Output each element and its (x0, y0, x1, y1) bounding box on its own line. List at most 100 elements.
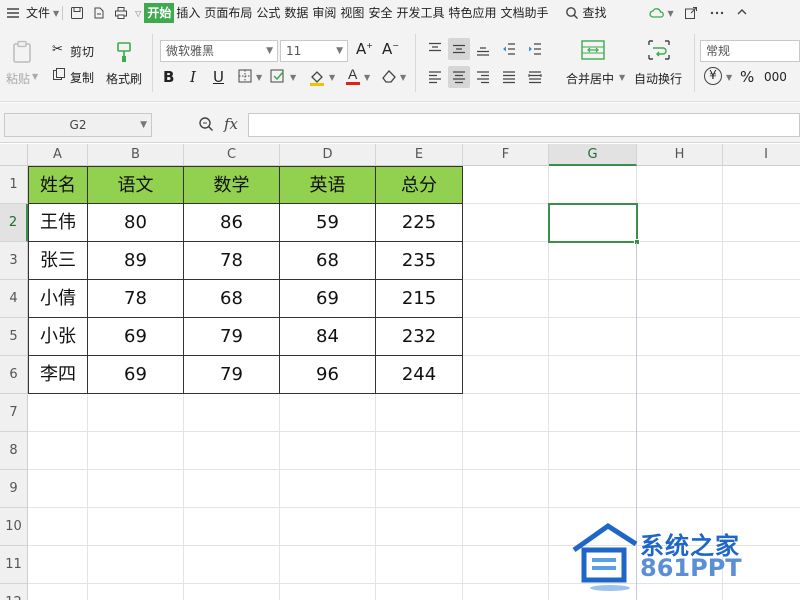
row-header-2[interactable]: 2 (0, 204, 28, 242)
copy-button[interactable]: 复制 (70, 69, 94, 86)
number-format-select[interactable]: 常规 (700, 40, 800, 62)
row-header-10[interactable]: 10 (0, 508, 28, 546)
format-painter-button[interactable]: 格式刷 (106, 70, 142, 87)
format-painter-icon[interactable] (110, 38, 138, 66)
align-top-icon[interactable] (424, 38, 446, 60)
font-size-select[interactable]: 11 ▼ (280, 40, 348, 62)
chevron-down-icon[interactable]: ▼ (336, 41, 343, 61)
row-header-6[interactable]: 6 (0, 356, 28, 394)
table-cell[interactable]: 78 (184, 242, 280, 280)
file-menu[interactable]: 文件 (24, 3, 52, 23)
table-cell[interactable]: 59 (280, 204, 376, 242)
collapse-ribbon-icon[interactable] (736, 6, 750, 20)
distributed-align-icon[interactable] (524, 66, 546, 88)
cell-format-dropdown-icon[interactable]: ▼ (290, 73, 296, 82)
align-middle-icon[interactable] (448, 38, 470, 60)
column-header-h[interactable]: H (637, 144, 723, 166)
italic-icon[interactable]: I (190, 68, 196, 86)
scissors-icon[interactable]: ✂ (52, 42, 63, 57)
insert-function-button[interactable]: fx (224, 115, 238, 133)
tab-special-features[interactable]: 特色应用 (446, 3, 498, 23)
wrap-text-button[interactable]: 自动换行 (634, 70, 682, 87)
tab-review[interactable]: 审阅 (310, 3, 338, 23)
table-cell[interactable]: 232 (376, 318, 463, 356)
align-center-icon[interactable] (448, 66, 470, 88)
border-icon[interactable] (238, 69, 252, 86)
table-cell[interactable]: 78 (88, 280, 184, 318)
print-icon[interactable] (114, 6, 128, 20)
align-right-icon[interactable] (472, 66, 494, 88)
more-icon[interactable] (710, 6, 724, 20)
row-header-3[interactable]: 3 (0, 242, 28, 280)
column-header-a[interactable]: A (28, 144, 88, 166)
search-icon[interactable] (565, 6, 579, 20)
tab-developer[interactable]: 开发工具 (394, 3, 446, 23)
paste-icon[interactable] (8, 38, 36, 66)
bold-icon[interactable]: B (163, 68, 174, 86)
table-cell[interactable]: 李四 (28, 356, 88, 394)
decrease-indent-icon[interactable] (498, 38, 520, 60)
underline-icon[interactable]: U (213, 68, 224, 86)
decrease-font-size-icon[interactable]: A− (382, 40, 399, 58)
table-header-cell[interactable]: 姓名 (28, 166, 88, 204)
clear-format-dropdown-icon[interactable]: ▼ (400, 73, 406, 82)
formula-input[interactable] (248, 113, 800, 137)
font-color-dropdown-icon[interactable]: ▼ (364, 73, 370, 82)
percent-format-icon[interactable]: % (740, 68, 754, 86)
table-cell[interactable]: 69 (88, 356, 184, 394)
cut-button[interactable]: 剪切 (70, 43, 94, 60)
save-icon[interactable] (70, 6, 84, 20)
quick-access-dropdown-icon[interactable]: ▽ (135, 9, 141, 18)
table-cell[interactable]: 86 (184, 204, 280, 242)
table-cell[interactable]: 79 (184, 356, 280, 394)
tab-security[interactable]: 安全 (366, 3, 394, 23)
cloud-dropdown-icon[interactable]: ▼ (668, 9, 674, 18)
table-cell[interactable]: 小倩 (28, 280, 88, 318)
tab-page-layout[interactable]: 页面布局 (202, 3, 254, 23)
table-cell[interactable]: 68 (280, 242, 376, 280)
chevron-down-icon[interactable]: ▼ (266, 41, 273, 61)
fill-handle[interactable] (634, 239, 640, 245)
table-header-cell[interactable]: 语文 (88, 166, 184, 204)
merge-center-icon[interactable] (578, 36, 608, 64)
justify-icon[interactable] (498, 66, 520, 88)
column-header-e[interactable]: E (376, 144, 463, 166)
row-header-8[interactable]: 8 (0, 432, 28, 470)
increase-indent-icon[interactable] (524, 38, 546, 60)
table-cell[interactable]: 张三 (28, 242, 88, 280)
table-cell[interactable]: 215 (376, 280, 463, 318)
select-all-corner[interactable] (0, 144, 28, 166)
paste-dropdown-icon[interactable]: ▼ (32, 72, 38, 81)
tab-formulas[interactable]: 公式 (254, 3, 282, 23)
table-cell[interactable]: 69 (280, 280, 376, 318)
chevron-down-icon[interactable]: ▼ (53, 9, 59, 18)
table-cell[interactable]: 79 (184, 318, 280, 356)
table-cell[interactable]: 89 (88, 242, 184, 280)
table-header-cell[interactable]: 英语 (280, 166, 376, 204)
column-header-i[interactable]: I (723, 144, 800, 166)
table-cell[interactable]: 69 (88, 318, 184, 356)
row-header-5[interactable]: 5 (0, 318, 28, 356)
border-dropdown-icon[interactable]: ▼ (256, 73, 262, 82)
clear-format-icon[interactable] (380, 68, 398, 87)
column-header-c[interactable]: C (184, 144, 280, 166)
name-box[interactable]: G2 ▼ (4, 113, 152, 137)
table-cell[interactable]: 小张 (28, 318, 88, 356)
fill-color-icon[interactable] (308, 68, 326, 89)
cloud-sync-icon[interactable] (648, 6, 664, 20)
merge-center-dropdown-icon[interactable]: ▼ (619, 73, 625, 82)
font-color-icon[interactable]: A (345, 66, 361, 89)
tab-home[interactable]: 开始 (144, 3, 175, 23)
row-header-9[interactable]: 9 (0, 470, 28, 508)
cell-format-icon[interactable] (270, 69, 286, 86)
wrap-text-icon[interactable] (644, 36, 674, 64)
fill-color-dropdown-icon[interactable]: ▼ (329, 73, 335, 82)
table-cell[interactable]: 244 (376, 356, 463, 394)
tab-data[interactable]: 数据 (282, 3, 310, 23)
column-header-d[interactable]: D (280, 144, 376, 166)
table-cell[interactable]: 235 (376, 242, 463, 280)
merge-center-button[interactable]: 合并居中 (566, 70, 614, 87)
table-cell[interactable]: 84 (280, 318, 376, 356)
tab-document-assistant[interactable]: 文档助手 (498, 3, 550, 23)
hamburger-menu-icon[interactable] (6, 6, 20, 20)
